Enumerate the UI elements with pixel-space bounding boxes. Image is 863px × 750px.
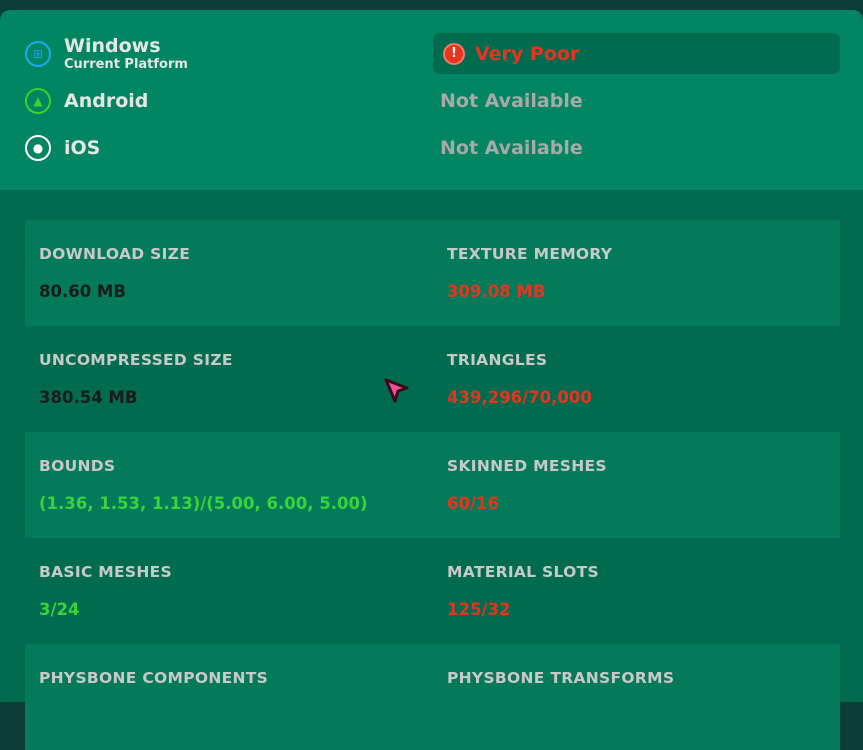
stat-value: 3/24 [39,600,80,619]
cursor-icon [384,378,409,403]
windows-icon: ⊞ [25,40,51,67]
stats-row: DOWNLOAD SIZE 80.60 MB TEXTURE MEMORY 309.0… [25,220,840,326]
platform-name: iOS [64,137,101,159]
stat-value: (1.36, 1.53, 1.13)/(5.00, 6.00, 5.00) [39,494,368,513]
stat-cell: PHYSBONE TRANSFORMS [447,644,674,750]
stat-label: BASIC MESHES [39,563,173,581]
stat-label: PHYSBONE COMPONENTS [39,669,269,687]
stat-cell: SKINNED MESHES 60/16 [447,432,607,538]
stats-row: BOUNDS (1.36, 1.53, 1.13)/(5.00, 6.00, 5.… [25,432,840,538]
stat-label: TEXTURE MEMORY [447,245,613,263]
stat-label: SKINNED MESHES [447,457,607,475]
platform-android[interactable]: ▲ Android [25,88,148,114]
apple-icon: ● [25,135,51,161]
android-status: Not Available [440,90,583,112]
stat-label: UNCOMPRESSED SIZE [39,351,233,369]
stat-label: DOWNLOAD SIZE [39,245,191,263]
stat-cell: PHYSBONE COMPONENTS [39,644,268,750]
stats-row: BASIC MESHES 3/24 MATERIAL SLOTS 125/32 [25,538,840,644]
stat-value: 439,296/70,000 [447,388,592,407]
stats-row: PHYSBONE COMPONENTS PHYSBONE TRANSFORMS [25,644,840,750]
current-platform-label: Current Platform [64,57,188,72]
stat-cell: BOUNDS (1.36, 1.53, 1.13)/(5.00, 6.00, 5.… [39,432,368,538]
platform-name: Windows [64,35,161,57]
stats-panel: DOWNLOAD SIZE 80.60 MB TEXTURE MEMORY 309.0… [0,190,863,750]
android-icon: ▲ [25,88,51,114]
ios-status: Not Available [440,137,583,159]
rating-text: Very Poor [475,42,580,65]
platform-panel: ⊞ Windows Current Platform ! Very Poor ▲… [0,10,863,190]
stat-label: BOUNDS [39,457,116,475]
stat-value: 380.54 MB [39,388,138,407]
stat-cell: MATERIAL SLOTS 125/32 [447,538,599,644]
stat-cell: TEXTURE MEMORY 309.08 MB [447,220,612,326]
stat-cell: DOWNLOAD SIZE 80.60 MB [39,220,190,326]
stat-value: 309.08 MB [447,282,546,301]
stats-row: UNCOMPRESSED SIZE 380.54 MB TRIANGLES 439,2… [25,326,840,432]
stat-label: PHYSBONE TRANSFORMS [447,669,675,687]
platform-name: Android [64,90,149,112]
platform-windows[interactable]: ⊞ Windows Current Platform [25,35,188,72]
stat-value: 60/16 [447,494,499,513]
stat-cell: BASIC MESHES 3/24 [39,538,172,644]
stat-cell: UNCOMPRESSED SIZE 380.54 MB [39,326,233,432]
stat-value: 80.60 MB [39,282,126,301]
alert-icon: ! [443,42,465,65]
platform-ios[interactable]: ● iOS [25,135,100,161]
stat-label: TRIANGLES [447,351,548,369]
stat-value: 125/32 [447,600,511,619]
stat-label: MATERIAL SLOTS [447,563,599,581]
performance-rating-badge: ! Very Poor [433,33,840,74]
stat-cell: TRIANGLES 439,296/70,000 [447,326,592,432]
